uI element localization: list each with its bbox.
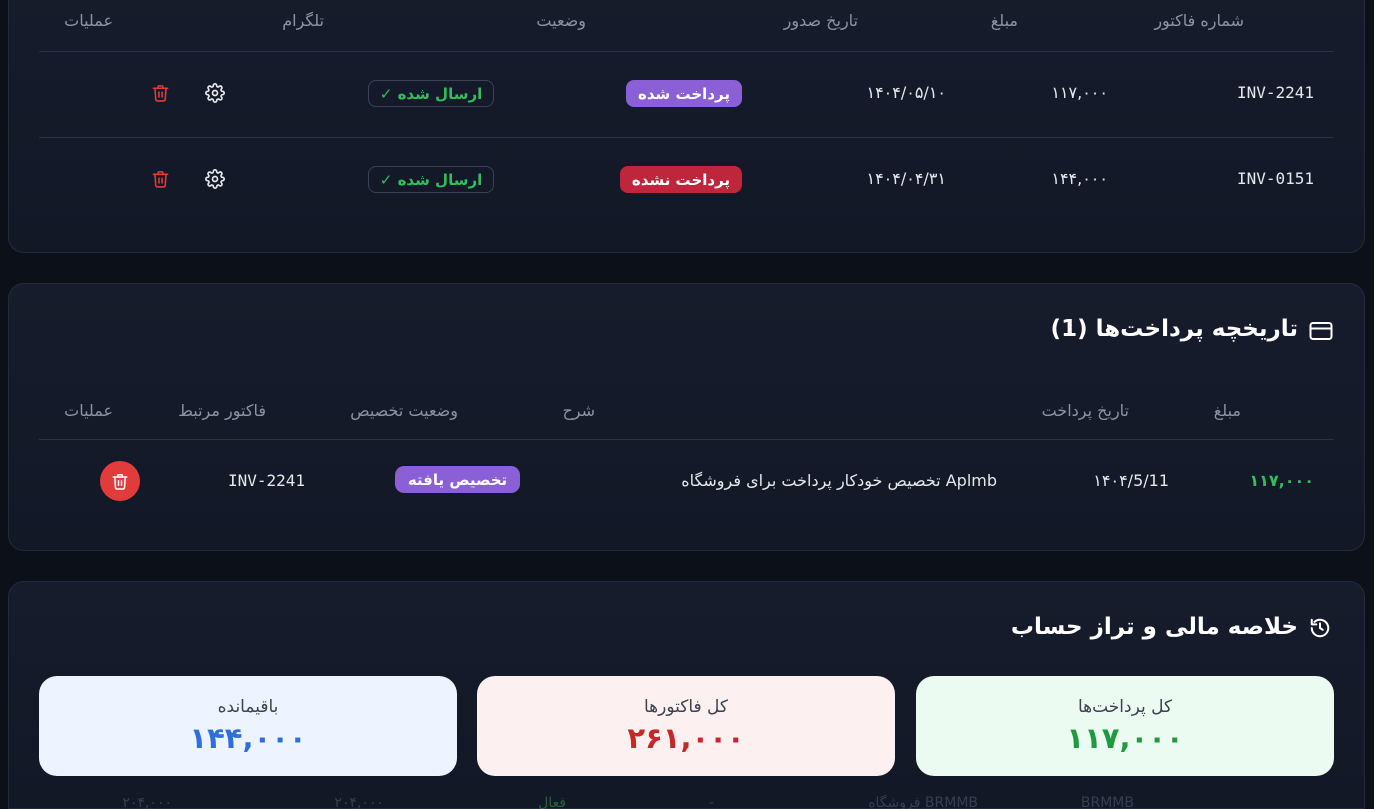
header-actions: عملیات bbox=[64, 11, 113, 30]
delete-payment-button[interactable] bbox=[100, 461, 140, 501]
remaining-balance-label: باقیمانده bbox=[217, 697, 279, 717]
invoices-card: شماره فاکتور مبلغ تاریخ صدور وضعیت تلگرا… bbox=[8, 0, 1365, 253]
invoice-date: ۱۴۰۴/۰۵/۱۰ bbox=[866, 83, 946, 102]
remaining-balance-value: ۱۴۴,۰۰۰ bbox=[189, 721, 307, 755]
total-invoices-label: کل فاکتورها bbox=[643, 697, 729, 717]
header-issue-date: تاریخ صدور bbox=[783, 11, 858, 30]
remaining-balance-card: باقیمانده ۱۴۴,۰۰۰ bbox=[39, 676, 457, 776]
status-badge: پرداخت شده bbox=[626, 80, 742, 107]
background-dash: - bbox=[708, 795, 714, 809]
settings-icon[interactable] bbox=[204, 168, 226, 190]
payment-amount: ۱۱۷,۰۰۰ bbox=[1249, 471, 1314, 490]
allocation-badge: تخصیص یافته bbox=[395, 466, 520, 493]
invoice-amount: ۱۱۷,۰۰۰ bbox=[1051, 83, 1108, 102]
telegram-sent-badge: ✓ ارسال شده bbox=[368, 80, 494, 107]
header-telegram: تلگرام bbox=[282, 11, 324, 30]
credit-card-icon bbox=[1308, 320, 1334, 342]
payment-date: ۱۴۰۴/5/11 bbox=[1093, 471, 1169, 490]
header-divider bbox=[39, 51, 1334, 52]
payment-description: تخصیص خودکار پرداخت برای فروشگاه Aplmb bbox=[681, 471, 997, 490]
financial-summary-title: خلاصه مالی و تراز حساب bbox=[1010, 614, 1298, 640]
invoice-number[interactable]: INV-0151 bbox=[1237, 169, 1314, 188]
settings-icon[interactable] bbox=[204, 82, 226, 104]
total-invoices-card: کل فاکتورها ۲۶۱,۰۰۰ bbox=[477, 676, 895, 776]
header-allocation-status: وضعیت تخصیص bbox=[350, 401, 458, 420]
header-description: شرح bbox=[562, 401, 595, 420]
header-payment-date: تاریخ پرداخت bbox=[1041, 401, 1129, 420]
financial-summary-card: خلاصه مالی و تراز حساب کل پرداخت‌ها ۱۱۷,… bbox=[8, 581, 1365, 809]
payment-history-card: تاریخچه پرداخت‌ها (1) مبلغ تاریخ پرداخت … bbox=[8, 283, 1365, 551]
total-invoices-value: ۲۶۱,۰۰۰ bbox=[627, 721, 745, 755]
header-status: وضعیت bbox=[536, 11, 586, 30]
header-amount: مبلغ bbox=[990, 11, 1018, 30]
background-shop: فروشگاه BRMMB bbox=[868, 795, 978, 809]
trash-icon[interactable] bbox=[149, 168, 171, 190]
trash-icon bbox=[112, 473, 128, 490]
header-related-invoice: فاکتور مرتبط bbox=[178, 401, 266, 420]
invoice-amount: ۱۴۴,۰۰۰ bbox=[1051, 169, 1108, 188]
payment-history-title: تاریخچه پرداخت‌ها (1) bbox=[1050, 316, 1298, 342]
related-invoice-link[interactable]: INV-2241 bbox=[228, 471, 305, 490]
telegram-sent-badge: ✓ ارسال شده bbox=[368, 166, 494, 193]
history-icon bbox=[1308, 616, 1332, 640]
background-code: BRMMB bbox=[1080, 795, 1134, 809]
invoice-number[interactable]: INV-2241 bbox=[1237, 83, 1314, 102]
background-amount-1: ۲۰۴,۰۰۰ bbox=[334, 795, 384, 809]
total-payments-card: کل پرداخت‌ها ۱۱۷,۰۰۰ bbox=[916, 676, 1334, 776]
trash-icon[interactable] bbox=[149, 82, 171, 104]
background-amount-2: ۲۰۴,۰۰۰ bbox=[122, 795, 172, 809]
status-badge: پرداخت نشده bbox=[620, 166, 742, 193]
header-amount: مبلغ bbox=[1213, 401, 1241, 420]
invoice-date: ۱۴۰۴/۰۴/۳۱ bbox=[866, 169, 946, 188]
background-badge: فعال bbox=[538, 795, 566, 809]
total-payments-value: ۱۱۷,۰۰۰ bbox=[1066, 721, 1184, 755]
total-payments-label: کل پرداخت‌ها bbox=[1077, 697, 1173, 717]
row-divider bbox=[39, 137, 1334, 138]
header-divider bbox=[39, 439, 1334, 440]
header-invoice-number: شماره فاکتور bbox=[1154, 11, 1244, 30]
header-actions: عملیات bbox=[64, 401, 113, 420]
